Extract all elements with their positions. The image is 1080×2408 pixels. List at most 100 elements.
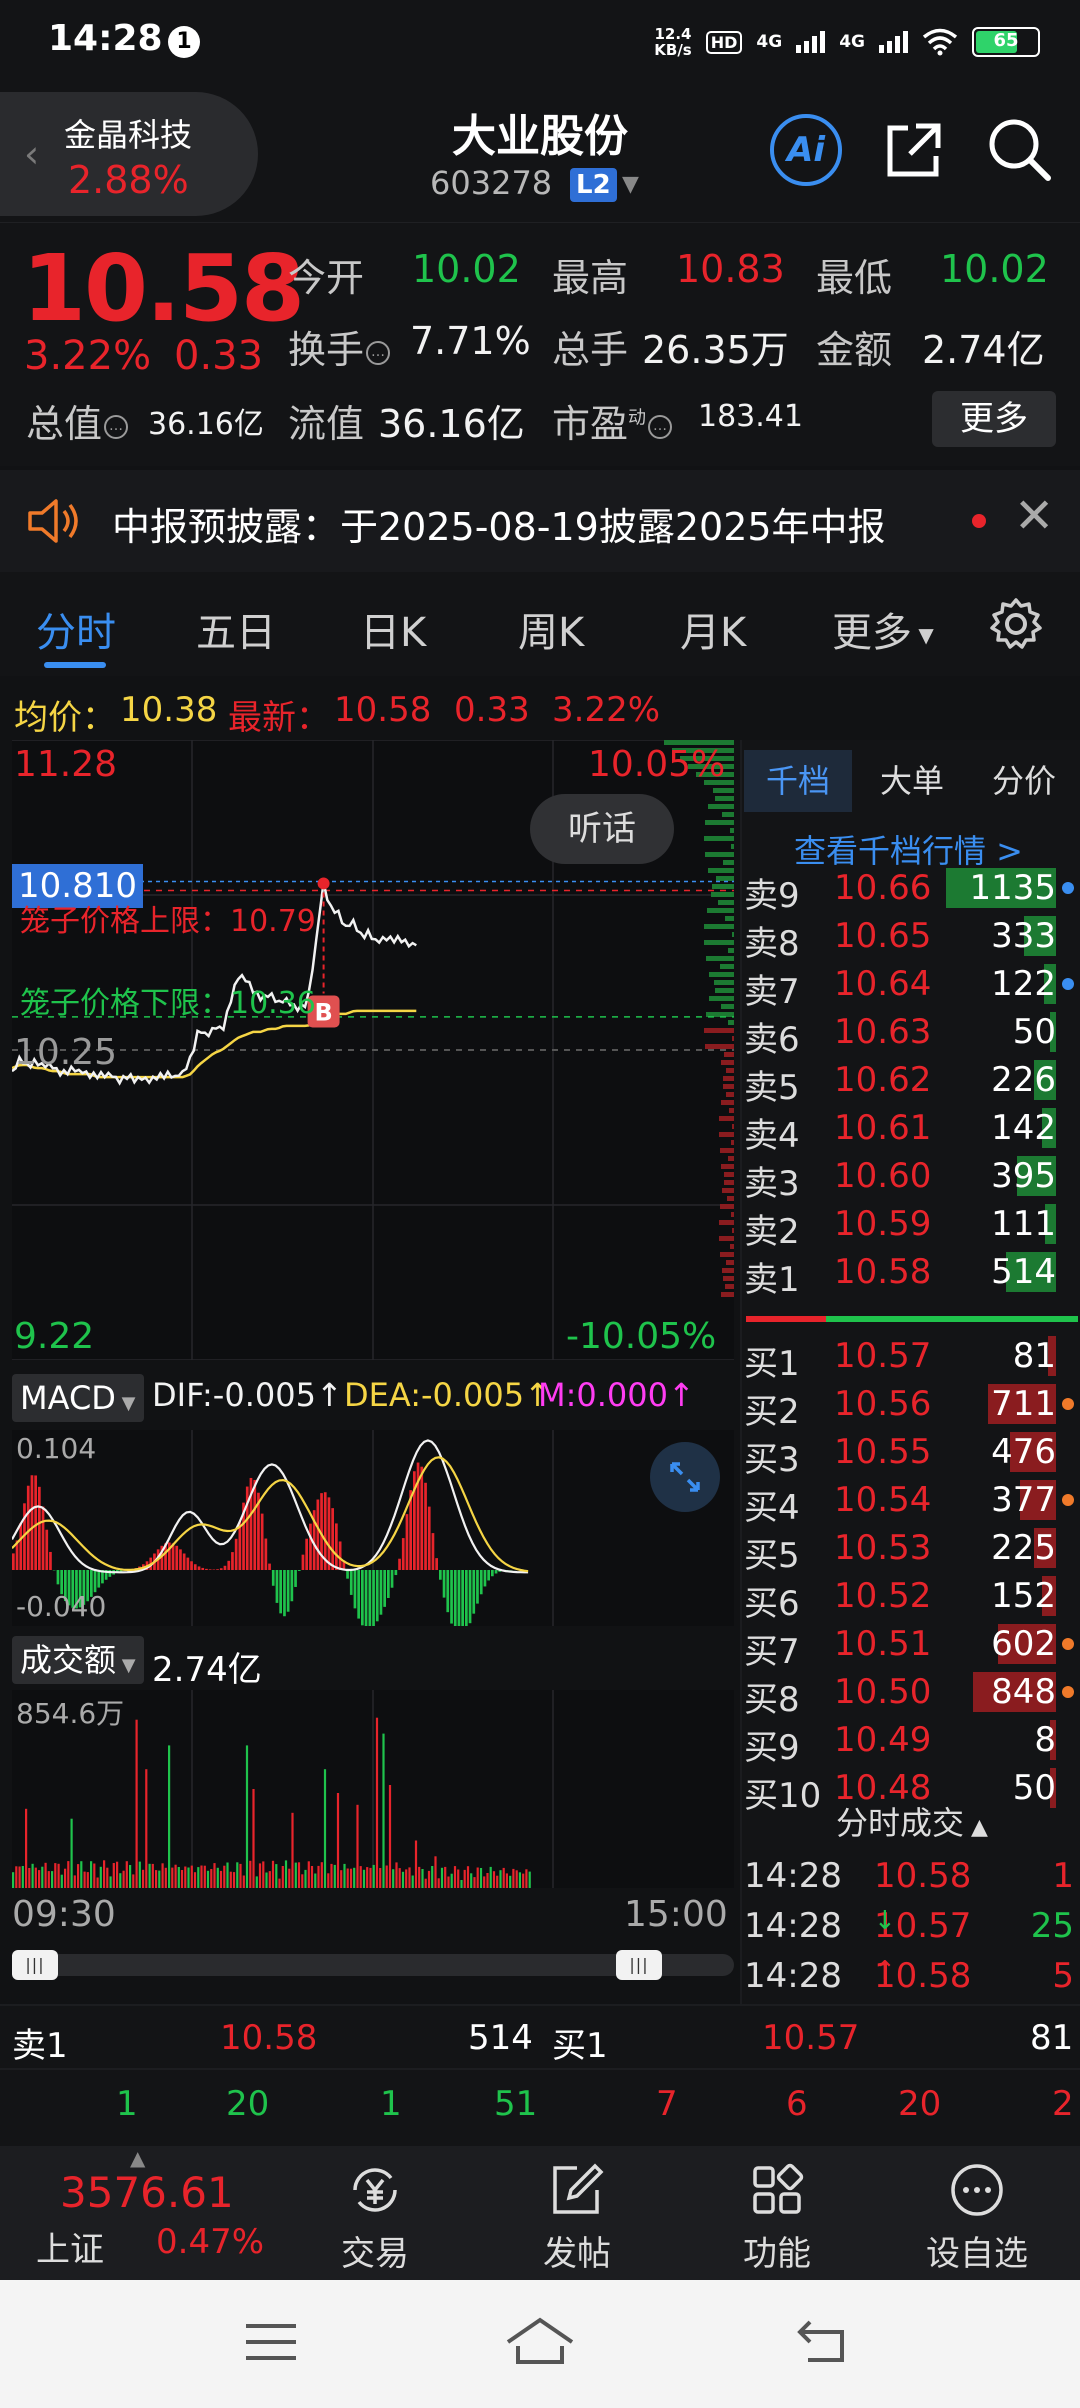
macd-indicator-dropdown[interactable]: MACD ▼: [12, 1374, 144, 1422]
level-qty: 8: [1034, 1720, 1056, 1760]
menu-icon[interactable]: [244, 2320, 298, 2364]
volume-bar: [323, 1769, 327, 1888]
level-price: 10.66: [834, 868, 932, 908]
bid-row[interactable]: 买7 10.51 602: [742, 1620, 1080, 1672]
bid-row[interactable]: 买5 10.53 225: [742, 1524, 1080, 1576]
volume-bar: [327, 1873, 330, 1888]
level-price: 10.51: [834, 1624, 932, 1664]
tab-big-orders[interactable]: 大单: [858, 750, 966, 812]
bid-row[interactable]: 买4 10.54 377: [742, 1476, 1080, 1528]
bid-row[interactable]: 买2 10.56 711: [742, 1380, 1080, 1432]
expand-chart-button[interactable]: [650, 1442, 720, 1512]
tab-daily-k[interactable]: 日K: [360, 600, 426, 658]
index-pct: 0.47%: [156, 2222, 265, 2262]
trades-header[interactable]: 分时成交 ▲: [742, 1798, 1080, 1856]
level2-badge[interactable]: L2: [570, 168, 617, 202]
volume-bar: [470, 1873, 473, 1888]
tab-depth[interactable]: 千档: [744, 750, 852, 812]
volume-bar: [219, 1870, 223, 1888]
volume-bar: [301, 1874, 304, 1888]
ask-row[interactable]: 卖7 10.64 122: [742, 960, 1080, 1012]
depth-bar: [708, 868, 734, 873]
volume-max-value: 854.6万: [16, 1697, 125, 1730]
volume-bar: [489, 1866, 492, 1888]
range-handle-left[interactable]: |||: [12, 1950, 58, 1980]
bid-row[interactable]: 买1 10.57 81: [742, 1332, 1080, 1384]
depth-bar: [721, 1060, 734, 1065]
hd-icon: HD: [705, 30, 743, 54]
ai-assistant-button[interactable]: Ai: [770, 114, 842, 186]
order-dot: [1062, 882, 1074, 894]
info-icon[interactable]: …: [104, 414, 129, 439]
bid-row[interactable]: 买8 10.50 848: [742, 1668, 1080, 1720]
volume-header: 成交额 ▼ 2.74亿: [0, 1632, 740, 1692]
more-button[interactable]: 更多: [932, 391, 1056, 447]
volume-indicator-dropdown[interactable]: 成交额 ▼: [12, 1636, 144, 1684]
bid-row[interactable]: 买3 10.55 476: [742, 1428, 1080, 1480]
volume-bar: [164, 1867, 167, 1888]
nav-add-watchlist[interactable]: 设自选: [912, 2160, 1042, 2275]
depth-bar: [719, 1236, 734, 1241]
change-percent: 3.22%: [24, 333, 152, 379]
depth-bar: [726, 1092, 734, 1097]
depth-bar: [705, 820, 734, 825]
gear-icon[interactable]: [988, 596, 1044, 652]
macd-bar: [457, 1570, 461, 1626]
back-icon[interactable]: [796, 2318, 850, 2366]
nav-trade[interactable]: 交易: [310, 2160, 440, 2275]
home-icon[interactable]: [504, 2316, 576, 2366]
macd-bar: [238, 1521, 242, 1570]
depth-bar: [732, 932, 734, 937]
depth-bar: [725, 916, 734, 921]
nav-post[interactable]: 发帖: [512, 2160, 642, 2275]
bid-row[interactable]: 买6 10.52 152: [742, 1572, 1080, 1624]
index-value: 3576.61: [60, 2168, 234, 2217]
tab-monthly-k[interactable]: 月K: [680, 600, 746, 658]
ask-row[interactable]: 卖4 10.61 142: [742, 1104, 1080, 1156]
ask-row[interactable]: 卖8 10.65 333: [742, 912, 1080, 964]
tab-intraday[interactable]: 分时: [36, 600, 116, 658]
tab-weekly-k[interactable]: 周K: [518, 600, 584, 658]
tab-price-distribution[interactable]: 分价: [970, 750, 1078, 812]
volume-bar: [444, 1866, 447, 1888]
trade-icon: [353, 2168, 397, 2212]
market-cap-value: 36.16亿: [148, 407, 264, 442]
volume-bar: [518, 1872, 521, 1888]
caret-down-icon[interactable]: ▼: [622, 172, 639, 197]
time-range-scrollbar[interactable]: ||| |||: [12, 1950, 734, 1980]
search-icon[interactable]: [984, 114, 1054, 184]
volume-bar: [67, 1861, 70, 1888]
macd-chart[interactable]: [12, 1430, 734, 1626]
announcement-banner[interactable]: 中报预披露：于2025-08-19披露2025年中报 ✕: [0, 470, 1080, 572]
macd-bar: [45, 1529, 49, 1570]
level-label: 买6: [744, 1584, 800, 1624]
ask-row[interactable]: 卖6 10.63 50: [742, 1008, 1080, 1060]
range-handle-right[interactable]: |||: [616, 1950, 662, 1980]
info-icon[interactable]: …: [648, 414, 673, 439]
info-icon[interactable]: …: [366, 340, 391, 365]
macd-bar: [205, 1568, 208, 1570]
tab-more[interactable]: 更多 ▼: [832, 600, 934, 658]
bid-row[interactable]: 买9 10.49 8: [742, 1716, 1080, 1768]
listen-button[interactable]: 听话: [530, 794, 674, 864]
level-price: 10.53: [834, 1528, 932, 1568]
macd-bar: [193, 1564, 197, 1570]
time-start-label: 09:30: [12, 1894, 116, 1935]
macd-bar: [227, 1560, 231, 1570]
volume-bar: [103, 1860, 106, 1888]
close-icon[interactable]: ✕: [1014, 488, 1054, 544]
trade-qty: 25: [1030, 1906, 1074, 1946]
volume-bar: [382, 1733, 385, 1888]
nav-functions[interactable]: 功能: [712, 2160, 842, 2275]
ask-row[interactable]: 卖3 10.60 395: [742, 1152, 1080, 1204]
tab-five-day[interactable]: 五日: [196, 600, 276, 658]
depth-bar: [715, 988, 734, 993]
share-icon[interactable]: [882, 118, 946, 182]
ask-row[interactable]: 卖1 10.58 514: [742, 1248, 1080, 1300]
ask-row[interactable]: 卖9 10.66 1135: [742, 864, 1080, 916]
volume-bar: [73, 1875, 76, 1888]
volume-bar: [148, 1863, 151, 1888]
volume-bar: [281, 1866, 284, 1888]
ask-row[interactable]: 卖5 10.62 226: [742, 1056, 1080, 1108]
ask-row[interactable]: 卖2 10.59 111: [742, 1200, 1080, 1252]
